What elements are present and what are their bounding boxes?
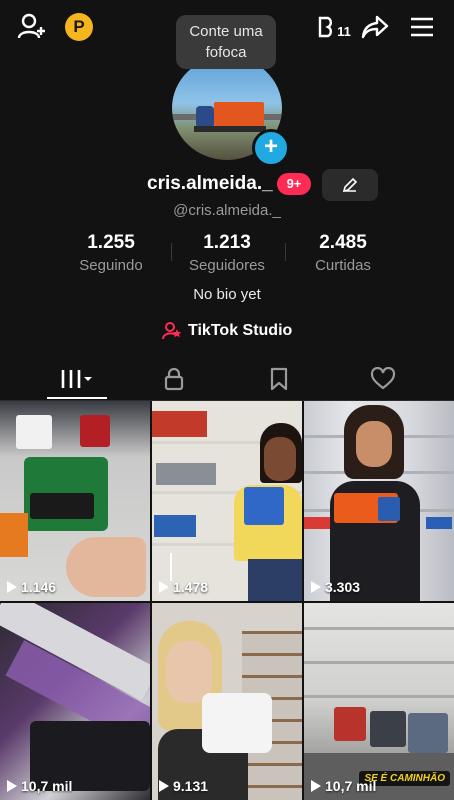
activity-icon[interactable]: 11 (316, 11, 352, 43)
coin-label: P (73, 17, 85, 36)
video-thumbnail[interactable]: SE É CAMINHÃO 10,7 mil (304, 603, 454, 800)
tab-videos[interactable] (47, 364, 107, 394)
view-count-text: 9.131 (173, 778, 209, 794)
play-icon (311, 780, 321, 792)
play-icon (7, 581, 17, 593)
play-icon (7, 780, 17, 792)
view-count-text: 3.303 (325, 579, 361, 595)
stat-label: Curtidas (315, 257, 371, 274)
stat-label: Seguindo (79, 257, 143, 274)
view-count: 9.131 (159, 778, 208, 794)
view-count-text: 10,7 mil (325, 778, 377, 794)
active-tab-indicator (47, 397, 107, 399)
name-row: cris.almeida._ 9+ (0, 169, 454, 203)
grid-icon (61, 370, 92, 388)
stat-likes[interactable]: 2.485 Curtidas (283, 232, 403, 274)
studio-label: TikTok Studio (188, 322, 293, 339)
share-icon[interactable] (359, 11, 391, 43)
heart-icon (370, 367, 396, 390)
note-tooltip[interactable]: Conte uma fofoca (176, 15, 276, 69)
activity-count: 11 (337, 23, 351, 39)
add-friend-icon[interactable] (16, 11, 48, 43)
tab-saved[interactable] (249, 364, 309, 394)
view-count-text: 1.146 (21, 579, 57, 595)
stat-label: Seguidores (189, 257, 265, 274)
view-count-text: 10,7 mil (21, 778, 73, 794)
view-count: 1.478 (159, 579, 208, 595)
video-thumbnail[interactable]: 9.131 (152, 603, 302, 800)
tooltip-text: Conte uma fofoca (189, 23, 263, 61)
bio-text[interactable]: No bio yet (0, 286, 454, 303)
play-icon (159, 780, 169, 792)
video-thumbnail[interactable]: 10,7 mil (0, 603, 150, 800)
stat-following[interactable]: 1.255 Seguindo (51, 232, 171, 274)
stat-value: 2.485 (319, 232, 367, 253)
view-count: 10,7 mil (311, 778, 376, 794)
play-icon (311, 581, 321, 593)
tab-liked[interactable] (353, 364, 413, 394)
video-grid: 1.146 1.478 3.303 10,7 mil 9.131 SE É CA… (0, 401, 454, 800)
studio-icon (162, 322, 182, 340)
video-thumbnail[interactable]: 1.146 (0, 401, 150, 601)
video-thumbnail[interactable]: 3.303 (304, 401, 454, 601)
stat-value: 1.213 (203, 232, 251, 253)
tiktok-studio-link[interactable]: TikTok Studio (162, 320, 292, 342)
display-name: cris.almeida._ (147, 173, 273, 194)
view-count-text: 1.478 (173, 579, 209, 595)
bookmark-icon (270, 367, 288, 391)
view-count: 10,7 mil (7, 778, 72, 794)
edit-profile-button[interactable] (322, 169, 378, 201)
add-avatar-button[interactable]: + (252, 129, 290, 167)
menu-icon[interactable] (406, 11, 438, 43)
tab-private[interactable] (144, 364, 204, 394)
username: @cris.almeida._ (173, 202, 281, 219)
stat-value: 1.255 (87, 232, 135, 253)
lock-icon (164, 367, 184, 391)
coins-icon[interactable]: P (65, 13, 93, 41)
content-tabs (0, 358, 454, 401)
play-icon (159, 581, 169, 593)
notification-badge[interactable]: 9+ (277, 173, 311, 195)
stat-followers[interactable]: 1.213 Seguidores (167, 232, 287, 274)
view-count: 3.303 (311, 579, 360, 595)
video-thumbnail[interactable]: 1.478 (152, 401, 302, 601)
pencil-icon (342, 177, 358, 193)
view-count: 1.146 (7, 579, 56, 595)
